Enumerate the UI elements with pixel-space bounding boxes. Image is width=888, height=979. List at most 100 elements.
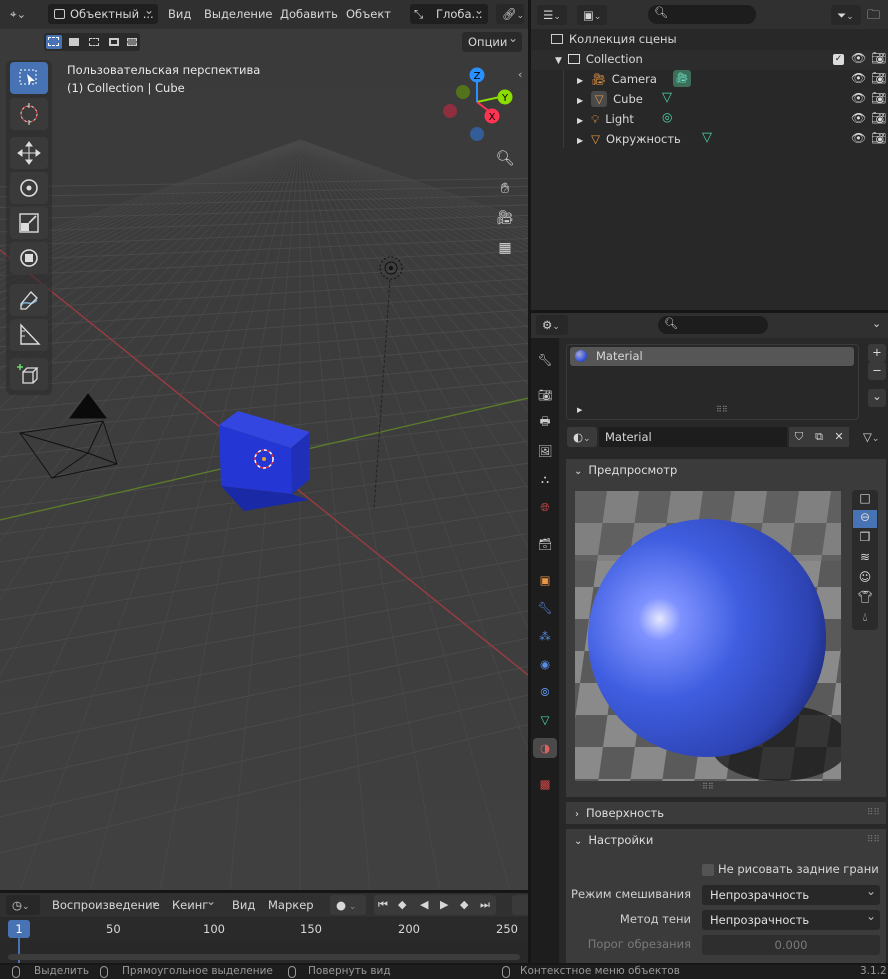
preview-panel-header[interactable]: ⌄ Предпросмотр [566, 459, 886, 481]
tab-particles[interactable]: ⁂ [535, 626, 555, 646]
expand-arrow-icon[interactable]: ▶ [577, 136, 583, 145]
drag-handle-icon[interactable]: ⠿⠿ [867, 829, 880, 851]
drag-handle-icon[interactable]: ⠿⠿ [867, 802, 880, 824]
preview-flat-icon[interactable]: □ [853, 491, 877, 509]
eye-icon[interactable]: 👁︎ [851, 111, 866, 125]
outliner-item-cube[interactable]: ▶ ▽ Cube [577, 89, 643, 109]
options-dropdown[interactable]: Опции [462, 28, 522, 52]
frame-field-stub[interactable] [512, 895, 528, 915]
blend-mode-dropdown[interactable]: Непрозрачность [702, 881, 880, 905]
preview-fluid-icon[interactable]: 💧︎ [853, 610, 877, 628]
annotate-tool[interactable] [10, 284, 48, 316]
sidebar-toggle-icon[interactable]: ‹ [518, 68, 522, 81]
preview-cube-icon[interactable]: ❒ [853, 530, 877, 548]
scale-tool[interactable] [10, 207, 48, 239]
play-icon[interactable]: ▶ [440, 895, 448, 915]
camera-view-button[interactable]: 🎥︎ [493, 206, 517, 230]
slot-list-resize-handle[interactable]: ⠿⠿ [716, 405, 728, 414]
timeline-scrollbar[interactable] [8, 954, 520, 960]
properties-editor-type[interactable]: ⚙⌄ [536, 315, 568, 335]
unlink-icon[interactable]: ✕ [829, 427, 849, 447]
tab-world[interactable]: 🌐︎ [535, 497, 555, 517]
next-keyframe-icon[interactable]: ◆ [460, 895, 468, 915]
surface-panel-header[interactable]: › Поверхность ⠿⠿ [566, 802, 886, 824]
link-type-button[interactable]: ▽⌄ [857, 427, 887, 447]
current-frame-indicator[interactable]: 1 [8, 920, 30, 938]
keying-dropdown[interactable]: Кеинг [166, 891, 220, 915]
preview-cloth-icon[interactable]: 👕︎ [853, 590, 877, 608]
outliner-item-circle[interactable]: ▶ ▽ Окружность [577, 129, 681, 149]
tab-collection[interactable]: 🗃︎ [535, 534, 555, 554]
timeline-ruler[interactable] [0, 918, 528, 940]
outliner-item-light[interactable]: ▶ 💡︎ Light [577, 109, 634, 129]
shadow-mode-dropdown[interactable]: Непрозрачность [702, 906, 880, 930]
tab-constraints[interactable]: ⦾ [535, 682, 555, 702]
collection-row[interactable]: ▼ Collection [555, 49, 643, 69]
expand-arrow-icon[interactable]: ▶ [577, 96, 583, 105]
outliner-item-camera[interactable]: ▶ 🎥︎ Camera [577, 69, 657, 89]
material-browse-button[interactable]: ◐⌄ [567, 427, 597, 447]
timeline-view-menu[interactable]: Вид [226, 895, 261, 915]
eye-icon[interactable]: 👁︎ [851, 71, 866, 85]
collection-checkbox[interactable]: ✓ [833, 54, 844, 65]
select-box-tool[interactable] [10, 62, 48, 94]
preview-monkey-icon[interactable]: ☺︎ [853, 570, 877, 588]
tab-render[interactable]: 📷︎ [535, 385, 555, 405]
filter-button[interactable]: ⏷⌄ [831, 5, 861, 25]
editor-type-button[interactable]: ⌖⌄ [4, 4, 40, 24]
play-reverse-icon[interactable]: ◀ [420, 895, 428, 915]
transform-tool[interactable] [10, 242, 48, 274]
outliner-search[interactable]: 🔍︎ [648, 5, 756, 24]
render-camera-icon[interactable]: 📷︎ [871, 51, 886, 65]
timeline-editor-type[interactable]: ◷⌄ [6, 895, 40, 915]
slot-list-expand-icon[interactable]: ▶ [577, 406, 582, 414]
select-intersect-icon[interactable] [124, 35, 140, 49]
preview-resize-handle[interactable]: ⠿⠿ [702, 782, 714, 791]
navigation-gizmo[interactable]: Z Y X [438, 64, 518, 144]
tab-output[interactable]: 🖶︎ [535, 413, 555, 433]
remove-slot-button[interactable]: − [868, 362, 886, 380]
jump-end-icon[interactable]: ⏭ [480, 895, 490, 915]
render-camera-icon[interactable]: 📷︎ [871, 71, 886, 85]
select-difference-icon[interactable] [106, 35, 122, 49]
select-extend-icon[interactable] [66, 35, 82, 49]
expand-arrow-icon[interactable]: ▶ [577, 76, 583, 85]
fake-user-icon[interactable]: ⛉ [789, 427, 809, 447]
expand-arrow-icon[interactable]: ▶ [577, 116, 583, 125]
slot-specials-button[interactable]: ⌄ [868, 389, 886, 407]
select-new-icon[interactable] [46, 35, 62, 49]
orientation-dropdown[interactable]: ⤡ Глоба... [410, 0, 488, 24]
chevron-down-icon[interactable]: ⌄ [872, 317, 881, 330]
prev-keyframe-icon[interactable]: ◆ [398, 895, 406, 915]
preview-hair-icon[interactable]: ≋ [853, 550, 877, 568]
menu-add[interactable]: Добавить [280, 7, 338, 21]
tab-data[interactable]: ▽ [535, 710, 555, 730]
timeline-marker-menu[interactable]: Маркер [262, 895, 320, 915]
auto-keying-button[interactable]: ● ⌄ [330, 895, 366, 915]
clip-threshold-field[interactable]: 0.000 [702, 935, 880, 955]
new-collection-button[interactable]: 🗀 [867, 6, 883, 23]
duplicate-icon[interactable]: ⧉ [809, 427, 829, 447]
display-mode-button[interactable]: ▣⌄ [577, 5, 607, 25]
eye-icon[interactable]: 👁︎ [851, 51, 866, 65]
menu-view[interactable]: Вид [168, 7, 191, 21]
material-name-field[interactable]: Material [599, 427, 787, 447]
viewport-3d[interactable]: ⌖⌄ Объектный ... Вид Выделение Добавить … [0, 0, 528, 890]
snap-button[interactable]: 🔗︎⌄ [496, 4, 524, 24]
material-slot-item[interactable]: Material [570, 347, 854, 366]
move-tool[interactable] [10, 137, 48, 169]
jump-start-icon[interactable]: ⏮ [378, 895, 388, 915]
tab-material[interactable]: ◑ [533, 738, 557, 758]
menu-select[interactable]: Выделение [204, 7, 273, 21]
preview-sphere-icon[interactable]: ⊖ [853, 510, 877, 528]
add-cube-tool[interactable] [10, 358, 48, 390]
cursor-tool[interactable] [10, 98, 48, 130]
tab-tool[interactable]: 🔧︎ [535, 350, 555, 370]
ortho-toggle-button[interactable]: ▦ [493, 236, 517, 260]
rotate-tool[interactable] [10, 172, 48, 204]
mode-dropdown[interactable]: Объектный ... [48, 0, 158, 24]
tab-modifiers[interactable]: 🔧︎ [535, 598, 555, 618]
render-camera-icon[interactable]: 📷︎ [871, 131, 886, 145]
render-camera-icon[interactable]: 📷︎ [871, 111, 886, 125]
measure-tool[interactable] [10, 319, 48, 351]
